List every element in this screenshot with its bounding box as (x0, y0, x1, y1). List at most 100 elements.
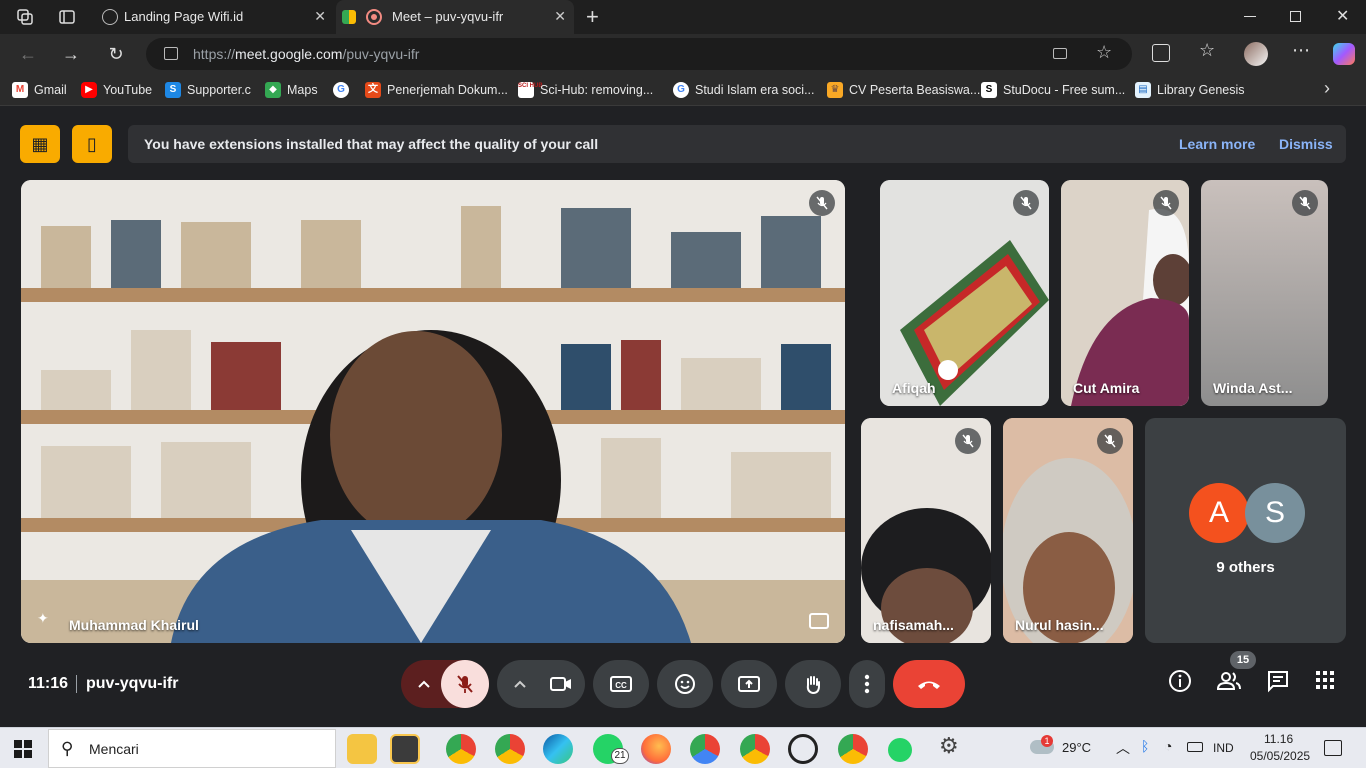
tray-chevron-icon[interactable]: ︿ (1116, 738, 1130, 758)
muted-indicator-icon (1292, 190, 1318, 216)
edge-icon[interactable] (543, 734, 573, 764)
participant-tile-winda[interactable]: Winda Ast... (1201, 180, 1328, 406)
file-explorer-icon[interactable] (347, 734, 377, 764)
clock-time[interactable]: 11.16 (1264, 732, 1293, 746)
camera-in-use-icon[interactable] (1053, 48, 1067, 59)
meet-area: ▦ ▯ You have extensions installed that m… (4, 107, 1362, 725)
notifications-icon[interactable] (1324, 740, 1342, 756)
captions-icon: CC (610, 676, 632, 692)
workspaces-icon[interactable] (16, 8, 34, 26)
main-speaker-tile[interactable]: ✦ Muhammad Khairul (21, 180, 845, 643)
chrome-alt-icon[interactable] (690, 734, 720, 764)
tab-landing-page[interactable]: Landing Page Wifi.id ✕ (94, 0, 334, 34)
mic-toggle-button[interactable] (441, 660, 489, 708)
bookmark-penerjemah[interactable]: 文 Penerjemah Dokum... (365, 82, 508, 98)
more-bookmarks-icon[interactable]: › (1324, 78, 1330, 99)
others-count-label: 9 others (1216, 559, 1275, 576)
battery-icon[interactable] (1187, 742, 1203, 752)
more-options-button[interactable] (849, 660, 885, 708)
close-tab-icon[interactable]: ✕ (554, 8, 566, 25)
activities-button[interactable] (1314, 669, 1342, 697)
settings-gear-icon[interactable]: ⚙ (939, 733, 959, 759)
tab-actions-icon[interactable] (58, 8, 76, 26)
bookmark-cv-peserta[interactable]: ♛ CV Peserta Beasiswa... (827, 82, 980, 98)
favorites-icon[interactable]: ☆ (1199, 40, 1215, 61)
bookmark-gmail[interactable]: M Gmail (12, 82, 67, 98)
muted-indicator-icon (1097, 428, 1123, 454)
more-icon[interactable]: ⋯ (1292, 40, 1310, 61)
bluetooth-icon[interactable]: ᛒ (1141, 738, 1149, 754)
chevron-up-icon (418, 680, 430, 688)
participant-name: Afiqah (892, 380, 936, 396)
extension-warning-icon[interactable]: ▦ (20, 125, 60, 163)
site-info-icon[interactable] (164, 47, 178, 60)
chatgpt-icon[interactable] (788, 734, 818, 764)
language-indicator[interactable]: IND (1213, 741, 1234, 755)
chrome-profile-icon[interactable] (495, 734, 525, 764)
bookmark-youtube[interactable]: ▶ YouTube (81, 82, 152, 98)
copilot-icon[interactable] (1333, 43, 1355, 65)
back-icon[interactable]: ← (16, 42, 40, 66)
refresh-icon[interactable]: ↻ (104, 42, 128, 66)
sticky-app-icon[interactable] (390, 734, 420, 764)
present-button[interactable] (721, 660, 777, 708)
participant-tile-afiqah[interactable]: Afiqah (880, 180, 1049, 406)
speaker-video (21, 180, 845, 643)
avatar-a: A (1189, 483, 1249, 543)
extensions-icon[interactable] (1152, 44, 1170, 62)
network-icon[interactable]: ◔ (1164, 738, 1172, 754)
participant-tile-nurul[interactable]: Nurul hasin... (1003, 418, 1133, 643)
chrome-second-icon[interactable] (740, 734, 770, 764)
meeting-info-button[interactable] (1168, 669, 1196, 697)
google-icon: G (333, 82, 349, 98)
browser-tab-bar: Landing Page Wifi.id ✕ Meet – puv-yqvu-i… (0, 0, 1366, 34)
close-window-icon[interactable]: ✕ (1336, 6, 1349, 26)
bookmark-google[interactable]: G (333, 82, 355, 98)
muted-indicator-icon (809, 190, 835, 216)
camera-button[interactable] (497, 660, 585, 708)
participant-tile-nafisamah[interactable]: nafisamah... (861, 418, 991, 643)
bookmark-studi-islam[interactable]: G Studi Islam era soci... (673, 82, 815, 98)
tab-label: Meet – puv-yqvu-ifr (392, 9, 504, 24)
whatsapp-badge: 21 (611, 748, 629, 764)
info-icon (1169, 670, 1191, 692)
bookmark-supporter[interactable]: S Supporter.c (165, 82, 251, 98)
bookmark-library-genesis[interactable]: ▤ Library Genesis (1135, 82, 1245, 98)
emoji-button[interactable] (657, 660, 713, 708)
taskbar-search[interactable]: ⚲ Mencari (48, 729, 336, 768)
others-tile[interactable]: A S 9 others (1145, 418, 1346, 643)
bookmark-scihub[interactable]: SCI HUB Sci-Hub: removing... (518, 82, 653, 98)
captions-button[interactable]: CC (593, 660, 649, 708)
dismiss-button[interactable]: Dismiss (1279, 136, 1333, 152)
participant-name: Cut Amira (1073, 380, 1140, 396)
forward-icon[interactable]: → (59, 42, 83, 66)
new-tab-icon[interactable]: + (586, 4, 599, 30)
minimize-icon[interactable] (1244, 16, 1256, 17)
firefox-icon[interactable] (641, 734, 671, 764)
bookmark-studocu[interactable]: S StuDocu - Free sum... (981, 82, 1125, 98)
favorite-star-icon[interactable]: ☆ (1096, 42, 1112, 63)
bookmark-maps[interactable]: ◆ Maps (265, 82, 318, 98)
clock-date[interactable]: 05/05/2025 (1250, 749, 1310, 763)
supporter-icon: S (165, 82, 181, 98)
leave-call-button[interactable] (893, 660, 965, 708)
companion-mode-icon[interactable]: ▯ (72, 125, 112, 163)
chrome-third-icon[interactable] (838, 734, 868, 764)
pin-icon[interactable]: ✦ (37, 610, 49, 627)
raise-hand-button[interactable] (785, 660, 841, 708)
chrome-icon[interactable] (446, 734, 476, 764)
windows-start-icon[interactable] (14, 740, 32, 758)
tab-meet[interactable]: Meet – puv-yqvu-ifr ✕ (336, 0, 574, 34)
chat-button[interactable] (1266, 669, 1294, 697)
profile-avatar[interactable] (1244, 42, 1268, 66)
fullscreen-icon[interactable] (809, 613, 829, 629)
address-bar[interactable]: https://meet.google.com/puv-yqvu-ifr ☆ (146, 38, 1132, 70)
whatsapp-web-icon[interactable] (888, 738, 912, 762)
emoji-icon (675, 674, 695, 694)
close-tab-icon[interactable]: ✕ (314, 8, 326, 25)
studocu-icon: S (981, 82, 997, 98)
restore-icon[interactable] (1290, 11, 1301, 22)
learn-more-link[interactable]: Learn more (1179, 136, 1255, 152)
people-button[interactable]: 15 (1216, 651, 1256, 697)
participant-tile-cut-amira[interactable]: Cut Amira (1061, 180, 1189, 406)
